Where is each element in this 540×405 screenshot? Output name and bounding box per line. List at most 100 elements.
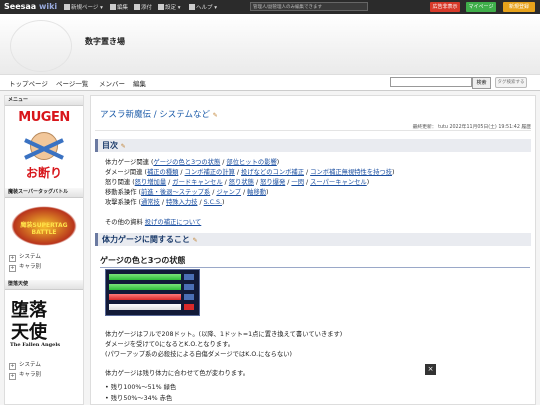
- page-title-text: アスラ新魔伝 / システムなど: [100, 110, 211, 120]
- gear-icon: [158, 4, 164, 10]
- sidebar-item-daraku-characters[interactable]: + キャラ別: [5, 370, 83, 380]
- sidebar-item-label: システム: [19, 362, 41, 368]
- register-button[interactable]: 新規登録: [503, 2, 535, 12]
- toc-link[interactable]: コンボ補正無視特性を持つ技: [310, 169, 392, 176]
- sidebar-section-title-masou: 魔装スーパータッグバトル: [5, 188, 83, 198]
- sidebar-item-daraku-system[interactable]: + システム: [5, 360, 83, 370]
- toc-link[interactable]: ガードキャンセル: [172, 179, 222, 186]
- gauge-marker: [184, 294, 194, 300]
- page-icon: [64, 4, 70, 10]
- sidebar-item-masou-system[interactable]: + システム: [5, 252, 83, 262]
- toc-link[interactable]: ゲージの色と3つの状態: [153, 159, 220, 166]
- toc-link[interactable]: 投げなどのコンボ補正: [241, 169, 304, 176]
- new-page-menu[interactable]: 新規ページ ▾: [64, 3, 103, 11]
- toc-link[interactable]: 特殊入力技: [166, 199, 197, 206]
- masou-logo[interactable]: 魔装SUPERTAG BATTLE: [11, 206, 77, 246]
- main-content: アスラ新魔伝 / システムなど ✎ 最終更新： tutu 2022年11月05日…: [90, 95, 536, 405]
- nav-bar: トップページ ページ一覧 メンバー 編集 検索 タグ検索する: [0, 74, 540, 91]
- toc-label: 攻撃系操作 (: [105, 199, 141, 206]
- gauge-bar-white: [109, 304, 181, 310]
- seesaa-wiki-logo[interactable]: Seesaa wiki: [4, 2, 57, 11]
- edit-pencil-icon[interactable]: ✎: [193, 237, 198, 244]
- toc-row: 体力ゲージ関連 (ゲージの色と3つの状態 / 部位ヒットの影響): [105, 159, 280, 166]
- sidebar: メニュー MUGEN お断り 魔装スーパータッグバトル 魔装SUPERTAG B…: [4, 95, 84, 405]
- fallen-angels-logo[interactable]: 堕落 天使 The Fallen Angels: [5, 290, 83, 356]
- gauge-bar-green: [109, 284, 181, 290]
- gauge-bar-green: [109, 274, 181, 280]
- masou-logo-text: 魔装SUPERTAG BATTLE: [20, 222, 68, 236]
- toc-row: 移動系操作 (前進・後退〜ステップ系 / ジャンプ / 軸移動): [105, 189, 269, 196]
- nav-edit[interactable]: 編集: [133, 78, 146, 88]
- page-title: アスラ新魔伝 / システムなど ✎: [100, 108, 218, 120]
- toc-link[interactable]: 一閃: [291, 179, 304, 186]
- expand-icon[interactable]: +: [9, 373, 16, 380]
- other-docs-row: その他の資料 投げの補正について: [105, 217, 201, 226]
- toc-link[interactable]: 通常技: [141, 199, 160, 206]
- list-item-text: 残り50%〜34% 赤色: [110, 395, 173, 402]
- sidebar-section-title-daraku: 堕落天使: [5, 280, 83, 290]
- other-docs-link[interactable]: 投げの補正について: [145, 219, 201, 226]
- toc-label: 体力ゲージ関連 (: [105, 159, 154, 166]
- toc-label: ダメージ関連 (: [105, 169, 147, 176]
- list-item: • 残り50%〜34% 赤色: [105, 395, 173, 402]
- sidebar-item-label: キャラ別: [19, 372, 42, 378]
- top-bar: Seesaa wiki 新規ページ ▾ 編集 添付 設定 ▾ ヘルプ ▾ 管理人…: [0, 0, 540, 14]
- search-input[interactable]: [390, 77, 472, 87]
- help-menu[interactable]: ヘルプ ▾: [189, 3, 217, 11]
- close-icon[interactable]: ×: [425, 364, 436, 375]
- nav-top-page[interactable]: トップページ: [9, 78, 48, 88]
- new-page-label: 新規ページ ▾: [71, 5, 103, 11]
- settings-label: 設定 ▾: [165, 5, 181, 11]
- hide-ads-button[interactable]: 広告非表示: [430, 2, 460, 12]
- nav-members[interactable]: メンバー: [99, 78, 125, 88]
- toc-link[interactable]: 補正の種類: [147, 169, 178, 176]
- nav-page-list[interactable]: ページ一覧: [56, 78, 88, 88]
- toc-link[interactable]: 前進・後退〜ステップ系: [141, 189, 210, 196]
- other-docs-label: その他の資料: [105, 219, 143, 226]
- divider: [95, 130, 531, 131]
- sidebar-item-label: システム: [19, 254, 41, 260]
- toc-link[interactable]: 怒り増加量: [135, 179, 166, 186]
- paragraph: (パワーアップ系の必殺技による自傷ダメージではK.O.にならない): [105, 351, 293, 358]
- health-gauge-image: [105, 269, 200, 316]
- paragraph: ダメージを受けて0になるとK.O.となります。: [105, 341, 235, 348]
- edit-menu[interactable]: 編集: [110, 3, 128, 11]
- tag-search-button[interactable]: タグ検索する: [495, 77, 527, 88]
- edit-pencil-icon[interactable]: ✎: [121, 143, 126, 150]
- toc-link[interactable]: コンボ補正の計算: [185, 169, 235, 176]
- toc-row: ダメージ関連 (補正の種類 / コンボ補正の計算 / 投げなどのコンボ補正 / …: [105, 169, 395, 176]
- edit-pencil-icon[interactable]: ✎: [213, 112, 218, 119]
- toc-link[interactable]: 怒り爆発: [260, 179, 285, 186]
- attach-label: 添付: [141, 5, 153, 11]
- attach-menu[interactable]: 添付: [134, 3, 152, 11]
- toc-link[interactable]: S.C.S.: [204, 199, 222, 206]
- expand-icon[interactable]: +: [9, 265, 16, 272]
- sidebar-item-masou-characters[interactable]: + キャラ別: [5, 262, 83, 272]
- watermark-logo: [10, 20, 72, 72]
- toc-link[interactable]: スーパーキャンセル: [310, 179, 367, 186]
- settings-menu[interactable]: 設定 ▾: [158, 3, 181, 11]
- list-item-text: 残り100%〜51% 緑色: [110, 384, 177, 391]
- edit-icon: [110, 4, 116, 10]
- last-updated: 最終更新： tutu 2022年11月05日(土) 19:51:42 履歴: [412, 125, 531, 130]
- logo-wiki: wiki: [38, 2, 58, 11]
- sidebar-menu-title: メニュー: [5, 96, 83, 106]
- list-item: • 残り100%〜51% 緑色: [105, 384, 177, 391]
- expand-icon[interactable]: +: [9, 255, 16, 262]
- fallen-angels-logo-english: The Fallen Angels: [10, 342, 61, 348]
- attach-icon: [134, 4, 140, 10]
- help-label: ヘルプ ▾: [196, 5, 218, 11]
- site-title[interactable]: 数字置き場: [85, 36, 125, 47]
- toc-link[interactable]: 軸移動: [247, 189, 266, 196]
- toc-link[interactable]: 怒り状態: [229, 179, 254, 186]
- help-icon: [189, 4, 195, 10]
- search-button[interactable]: 検索: [472, 77, 491, 89]
- expand-icon[interactable]: +: [9, 363, 16, 370]
- paragraph: 体力ゲージはフルで208ドット。(以降、1ドット=1点に置き換えて書いていきます…: [105, 331, 343, 338]
- toc-link[interactable]: 部位ヒットの影響: [226, 159, 276, 166]
- toc-link[interactable]: ジャンプ: [216, 189, 241, 196]
- mypage-button[interactable]: マイページ: [466, 2, 496, 12]
- toc-row: 怒り関連 (怒り増加量 / ガードキャンセル / 怒り状態 / 怒り爆発 / 一…: [105, 179, 370, 186]
- toc-label: 移動系操作 (: [105, 189, 141, 196]
- gauge-marker: [184, 274, 194, 280]
